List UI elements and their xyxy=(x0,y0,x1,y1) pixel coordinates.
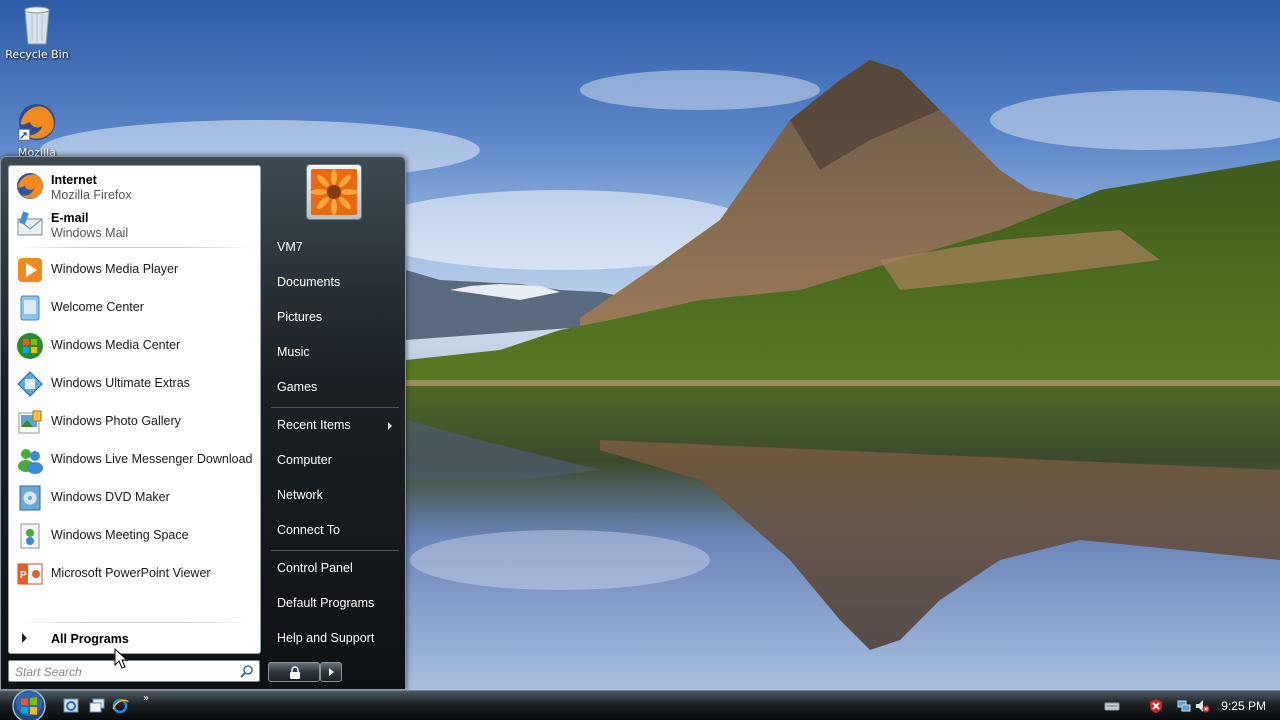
security-alert-icon[interactable] xyxy=(1148,698,1164,714)
start-menu-left-pane: Internet Mozilla Firefox E-mail Windows … xyxy=(8,165,261,654)
search-icon[interactable] xyxy=(240,664,254,678)
user-account-picture[interactable] xyxy=(306,164,362,220)
media-center-icon xyxy=(17,333,43,359)
pinned-email-title: E-mail xyxy=(51,211,89,225)
right-item-label: Network xyxy=(277,488,323,502)
desktop-icon-firefox[interactable]: Mozilla xyxy=(0,100,74,159)
desktop-icon-recycle-bin[interactable]: Recycle Bin xyxy=(0,2,74,61)
lock-button[interactable] xyxy=(268,662,320,682)
messenger-icon xyxy=(18,449,43,474)
all-programs-separator xyxy=(17,622,253,623)
right-item-label: Games xyxy=(277,380,318,394)
program-label: Windows Ultimate Extras xyxy=(51,376,190,390)
chevron-right-icon xyxy=(22,633,27,643)
svg-text:P: P xyxy=(20,570,27,581)
right-item-label: Default Programs xyxy=(277,596,375,610)
right-item-label: Pictures xyxy=(277,310,323,324)
program-label: Windows Media Player xyxy=(51,262,179,276)
welcome-center-icon xyxy=(20,295,40,321)
switch-windows-icon[interactable] xyxy=(88,697,106,715)
start-button[interactable] xyxy=(6,688,52,720)
program-label: Welcome Center xyxy=(51,300,144,314)
right-item-documents[interactable]: Documents xyxy=(263,268,399,298)
right-item-label: Recent Items xyxy=(277,418,351,432)
pinned-email-subtitle: Windows Mail xyxy=(51,226,129,240)
chevron-right-icon xyxy=(329,668,334,676)
taskbar-clock[interactable]: 9:25 PM xyxy=(1221,699,1266,713)
right-item-network[interactable]: Network xyxy=(263,481,399,511)
firefox-icon xyxy=(18,103,56,141)
start-menu: Internet Mozilla Firefox E-mail Windows … xyxy=(0,156,406,690)
ultimate-extras-icon xyxy=(17,371,43,397)
pinned-separator xyxy=(17,247,253,248)
firefox-icon xyxy=(17,173,43,199)
shutdown-options-button[interactable] xyxy=(320,662,342,682)
program-windows-dvd-maker[interactable]: Windows DVD Maker xyxy=(11,480,259,516)
program-microsoft-powerpoint-viewer[interactable]: P Microsoft PowerPoint Viewer xyxy=(11,556,259,592)
right-item-label: Computer xyxy=(277,453,332,467)
program-welcome-center[interactable]: Welcome Center xyxy=(11,290,259,326)
pinned-internet[interactable]: Internet Mozilla Firefox xyxy=(11,168,259,204)
right-item-help-and-support[interactable]: Help and Support xyxy=(263,624,399,654)
program-windows-meeting-space[interactable]: Windows Meeting Space xyxy=(11,518,259,554)
quick-launch-more[interactable]: » xyxy=(143,693,149,704)
program-windows-photo-gallery[interactable]: Windows Photo Gallery xyxy=(11,404,259,440)
lock-icon xyxy=(290,666,300,679)
program-label: Windows Media Center xyxy=(51,338,181,352)
volume-muted-icon[interactable] xyxy=(1194,698,1210,714)
mouse-cursor-icon xyxy=(114,648,128,669)
mail-icon xyxy=(17,211,43,236)
right-item-computer[interactable]: Computer xyxy=(263,446,399,476)
media-player-icon xyxy=(18,258,42,282)
right-item-control-panel[interactable]: Control Panel xyxy=(263,554,399,584)
recycle-bin-icon xyxy=(24,6,50,45)
program-label: Windows Meeting Space xyxy=(51,528,189,542)
program-windows-media-center[interactable]: Windows Media Center xyxy=(11,328,259,364)
photo-gallery-icon xyxy=(18,410,42,434)
right-item-pictures[interactable]: Pictures xyxy=(263,303,399,333)
right-item-label: Control Panel xyxy=(277,561,353,575)
pinned-internet-title: Internet xyxy=(51,173,97,187)
right-item-default-programs[interactable]: Default Programs xyxy=(263,589,399,619)
internet-explorer-icon[interactable] xyxy=(111,697,129,715)
ie-shortcut-icon[interactable] xyxy=(63,697,81,715)
right-item-recent-items[interactable]: Recent Items xyxy=(263,411,399,441)
right-separator-1 xyxy=(271,407,399,408)
right-item-music[interactable]: Music xyxy=(263,338,399,368)
meeting-space-icon xyxy=(20,523,40,549)
right-item-connect-to[interactable]: Connect To xyxy=(263,516,399,546)
right-item-label: Documents xyxy=(277,275,341,289)
program-label: Windows Photo Gallery xyxy=(51,414,181,428)
right-item-label: Connect To xyxy=(277,523,341,537)
network-icon[interactable] xyxy=(1176,698,1192,714)
pinned-internet-subtitle: Mozilla Firefox xyxy=(51,188,132,202)
program-label: Microsoft PowerPoint Viewer xyxy=(51,566,211,580)
all-programs-label: All Programs xyxy=(51,632,129,646)
right-separator-2 xyxy=(271,550,399,551)
program-windows-ultimate-extras[interactable]: Windows Ultimate Extras xyxy=(11,366,259,402)
program-label: Windows DVD Maker xyxy=(51,490,170,504)
right-item-label: Music xyxy=(277,345,310,359)
start-search-box[interactable] xyxy=(8,660,260,682)
taskbar: » 9:25 PM xyxy=(0,688,1280,720)
powerpoint-icon: P xyxy=(17,563,43,585)
program-label: Windows Live Messenger Download xyxy=(51,452,253,466)
flower-avatar-icon xyxy=(311,169,357,215)
program-windows-media-player[interactable]: Windows Media Player xyxy=(11,252,259,288)
keyboard-icon[interactable] xyxy=(1104,698,1120,714)
recycle-bin-label: Recycle Bin xyxy=(5,48,69,61)
system-tray: 9:25 PM xyxy=(1100,691,1280,720)
dvd-maker-icon xyxy=(19,485,41,511)
submenu-arrow-icon xyxy=(388,422,392,430)
pinned-email[interactable]: E-mail Windows Mail xyxy=(11,206,259,242)
right-item-vm7[interactable]: VM7 xyxy=(263,233,399,263)
right-item-label: VM7 xyxy=(277,240,303,254)
right-item-games[interactable]: Games xyxy=(263,373,399,403)
all-programs-button[interactable]: All Programs xyxy=(11,629,259,651)
right-item-label: Help and Support xyxy=(277,631,375,645)
program-windows-live-messenger-download[interactable]: Windows Live Messenger Download xyxy=(11,442,259,478)
